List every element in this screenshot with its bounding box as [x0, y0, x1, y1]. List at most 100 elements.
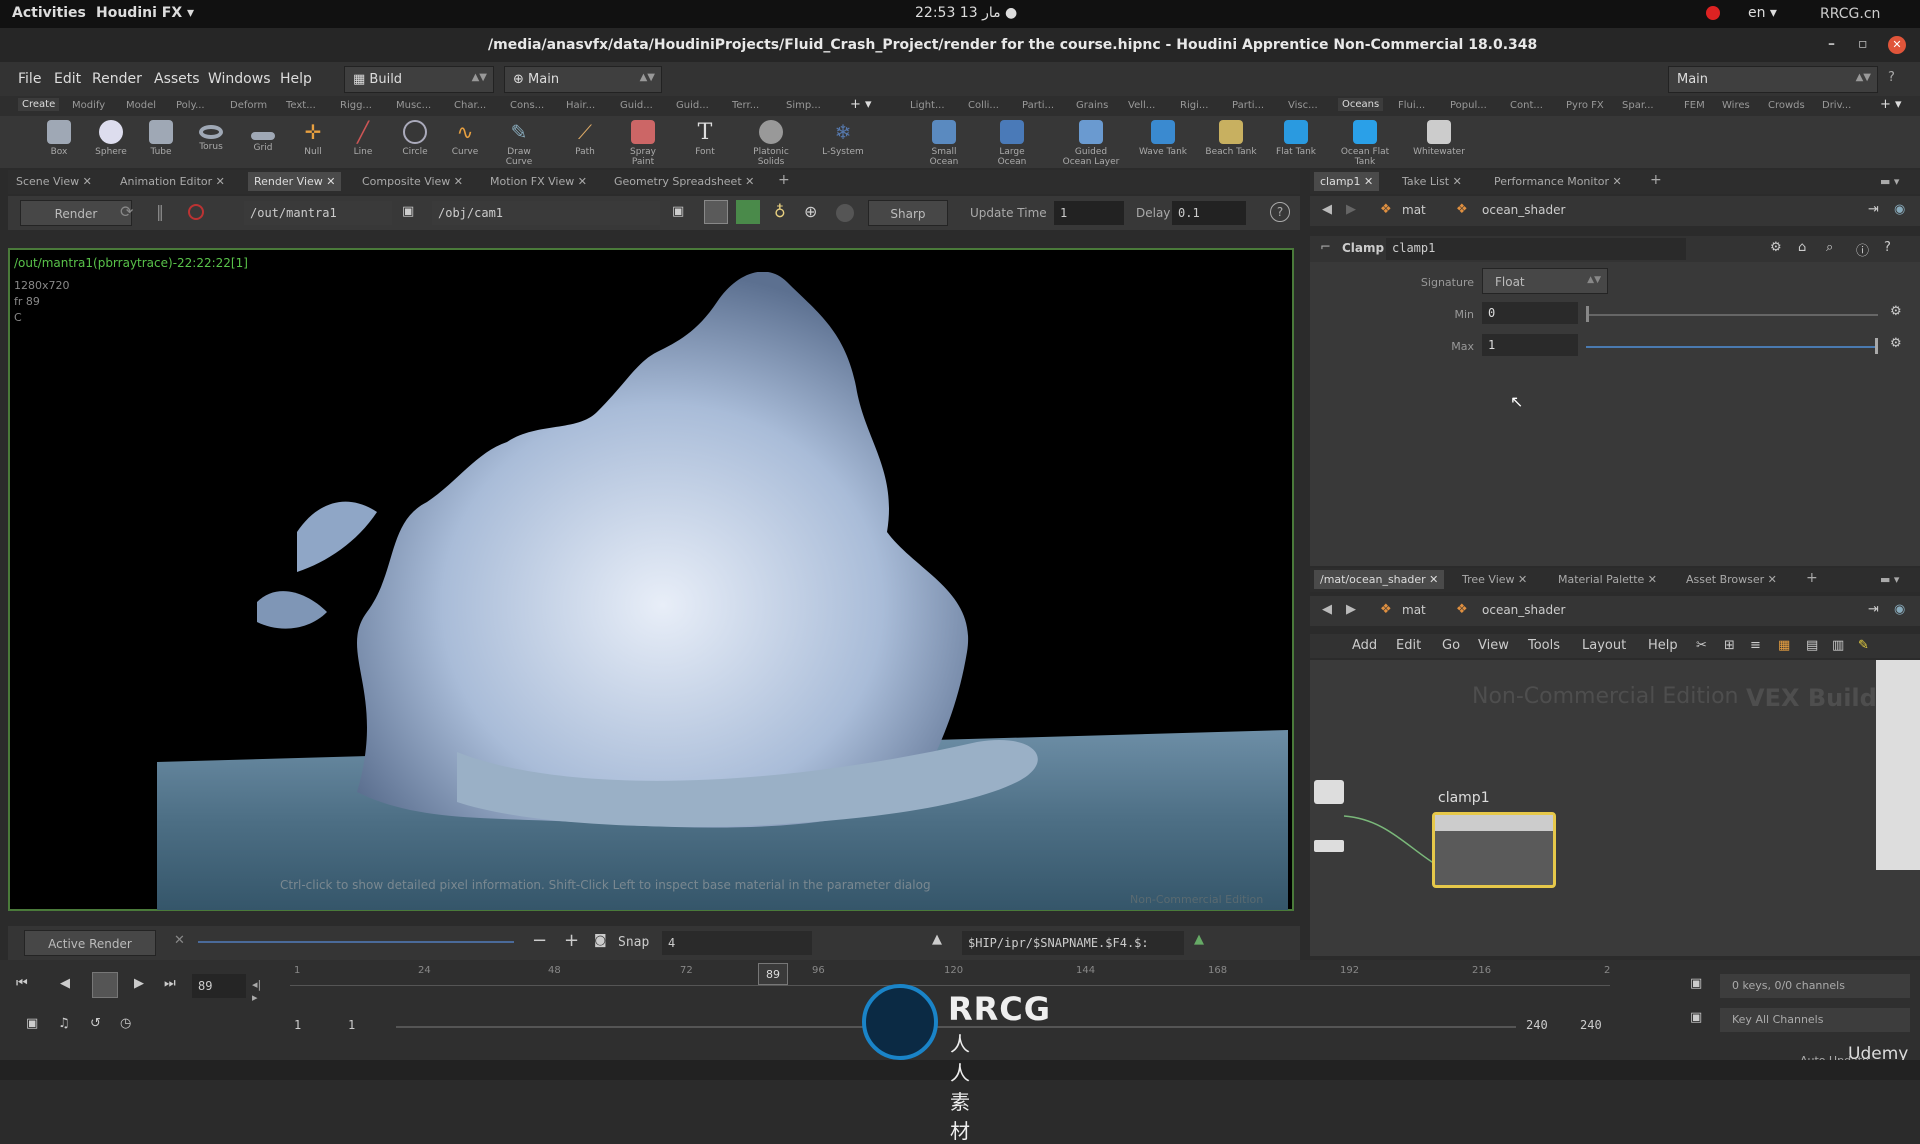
info-icon[interactable]: ⓘ [1856, 240, 1869, 259]
tool-spray-paint[interactable]: Spray Paint [620, 118, 666, 167]
jump-start-icon[interactable]: ⏮ [16, 976, 28, 991]
clock[interactable]: 22:53 13 مار ● [915, 5, 1017, 21]
close-window-button[interactable]: ✕ [1888, 36, 1906, 54]
tool-guided-ocean-layer[interactable]: Guided Ocean Layer [1060, 118, 1122, 167]
timeline-options-icon[interactable]: ▣ [26, 1016, 38, 1031]
folder-icon[interactable]: ▲ [1194, 932, 1204, 947]
shelf-tab-flui[interactable]: Flui... [1398, 100, 1425, 111]
rop-picker-icon[interactable]: ▣ [402, 204, 414, 219]
max-slider-handle[interactable] [1875, 338, 1878, 354]
shelf-tab-musc[interactable]: Musc... [396, 100, 431, 111]
gear-icon[interactable]: ⚙ [1890, 336, 1902, 351]
tab-render-view[interactable]: Render View ✕ [248, 172, 342, 191]
menu-file[interactable]: File [18, 71, 41, 87]
shelf-tab-hair[interactable]: Hair... [566, 100, 595, 111]
shelf-tab-vell[interactable]: Vell... [1128, 100, 1155, 111]
tab-material-palette[interactable]: Material Palette ✕ [1558, 573, 1657, 586]
tool-sphere[interactable]: Sphere [88, 118, 134, 157]
minus-icon[interactable]: − [532, 930, 547, 951]
tab-geometry-spreadsheet[interactable]: Geometry Spreadsheet ✕ [614, 175, 754, 188]
path-mat[interactable]: mat [1402, 603, 1426, 617]
pin-icon[interactable]: ⇥ [1868, 202, 1879, 217]
add-shelf-tab-right-icon[interactable]: + ▾ [1880, 97, 1902, 112]
link-icon[interactable]: ◉ [1894, 202, 1905, 217]
list-icon[interactable]: ≡ [1750, 638, 1761, 653]
rop-selector[interactable]: /out/mantra1 [244, 201, 392, 225]
tool-circle[interactable]: Circle [392, 118, 438, 157]
min-slider[interactable] [1586, 314, 1878, 316]
tool-l-system[interactable]: ❄ L-System [820, 118, 866, 157]
tool-box[interactable]: Box [36, 118, 82, 157]
tab-take-list[interactable]: Take List ✕ [1402, 175, 1462, 188]
shelf-tab-parti[interactable]: Parti... [1022, 100, 1054, 111]
max-slider[interactable] [1586, 346, 1878, 348]
close-icon[interactable]: ✕ [174, 933, 185, 948]
max-field[interactable]: 1 [1482, 334, 1578, 356]
right-shelf-set-selector[interactable]: Main ▲▼ [1668, 66, 1878, 93]
tab-asset-browser[interactable]: Asset Browser ✕ [1686, 573, 1777, 586]
snapshot-path-field[interactable]: $HIP/ipr/$SNAPNAME.$F4.$: [962, 931, 1184, 955]
min-field[interactable]: 0 [1482, 302, 1578, 324]
shelf-tab-driv[interactable]: Driv... [1822, 100, 1851, 111]
forward-arrow-icon[interactable]: ▶ [1346, 202, 1356, 217]
back-arrow-icon[interactable]: ◀ [1322, 602, 1332, 617]
delay-field[interactable]: 0.1 [1172, 201, 1246, 225]
app-menu-houdini[interactable]: Houdini FX ▾ [96, 5, 194, 21]
pause-icon[interactable]: ‖ [156, 202, 164, 221]
menu-edit[interactable]: Edit [54, 71, 81, 87]
range-end-playback[interactable]: 240 [1526, 1018, 1548, 1032]
shelf-tab-colli[interactable]: Colli... [968, 100, 999, 111]
menu-assets[interactable]: Assets [154, 71, 200, 87]
keys-icon[interactable]: ▣ [1690, 976, 1702, 991]
loop-icon[interactable]: ↺ [90, 1016, 101, 1031]
realtime-icon[interactable]: ◷ [120, 1016, 131, 1031]
shelf-tab-spar[interactable]: Spar... [1622, 100, 1654, 111]
shelf-tab-char[interactable]: Char... [454, 100, 486, 111]
range-start[interactable]: 1 [294, 1018, 301, 1032]
tool-platonic-solids[interactable]: Platonic Solids [748, 118, 794, 167]
back-arrow-icon[interactable]: ◀ [1322, 202, 1332, 217]
path-ocean-shader[interactable]: ocean_shader [1482, 603, 1565, 617]
network-icon[interactable]: ⌂ [1798, 240, 1806, 255]
tool-small-ocean[interactable]: Small Ocean [916, 118, 972, 167]
net-menu-help[interactable]: Help [1648, 638, 1678, 653]
camera-selector[interactable]: /obj/cam1 [432, 201, 660, 225]
snap-field[interactable]: 4 [662, 931, 812, 955]
forward-arrow-icon[interactable]: ▶ [1346, 602, 1356, 617]
key-channels-icon[interactable]: ▣ [1690, 1010, 1702, 1025]
save-icon[interactable]: ▲ [932, 932, 942, 947]
net-menu-edit[interactable]: Edit [1396, 638, 1421, 653]
camera-picker-icon[interactable]: ▣ [672, 204, 684, 219]
desktop-selector[interactable]: ▦ Build ▲▼ [344, 66, 494, 93]
tool-curve[interactable]: ∿ Curve [442, 118, 488, 157]
shelf-tab-text[interactable]: Text... [286, 100, 316, 111]
shelf-tab-model[interactable]: Model [126, 100, 156, 111]
layout-icon[interactable]: ▥ [1832, 638, 1844, 653]
gear-icon[interactable]: ⚙ [1890, 304, 1902, 319]
signature-selector[interactable]: Float ▲▼ [1482, 268, 1608, 294]
add-pane-tab-icon[interactable]: + [1806, 570, 1818, 586]
tool-line[interactable]: ╱ Line [340, 118, 386, 157]
gear-icon[interactable]: ⚙ [1770, 240, 1782, 255]
play-icon[interactable]: ▶ [134, 976, 144, 991]
shelf-tab-simp[interactable]: Simp... [786, 100, 821, 111]
path-ocean-shader[interactable]: ocean_shader [1482, 203, 1565, 217]
tool-torus[interactable]: Torus [188, 118, 234, 152]
add-pane-tab-icon[interactable]: + [1650, 172, 1662, 188]
note-icon[interactable]: ✎ [1858, 638, 1869, 653]
shelf-tab-pyro[interactable]: Pyro FX [1566, 100, 1604, 111]
light-icon[interactable]: ♁ [774, 202, 786, 221]
shelf-tab-wires[interactable]: Wires [1722, 100, 1750, 111]
pin-icon[interactable]: ⇥ [1868, 602, 1879, 617]
shelf-tab-cons[interactable]: Cons... [510, 100, 544, 111]
tool-whitewater[interactable]: Whitewater [1408, 118, 1470, 157]
shelf-tab-crowds[interactable]: Crowds [1768, 100, 1805, 111]
plus-icon[interactable]: + [564, 930, 579, 951]
net-menu-layout[interactable]: Layout [1582, 638, 1626, 653]
zoom-icon[interactable]: ⊕ [804, 202, 817, 221]
tab-animation-editor[interactable]: Animation Editor ✕ [120, 175, 225, 188]
tab-mat-ocean-shader[interactable]: /mat/ocean_shader ✕ [1314, 570, 1445, 589]
tab-scene-view[interactable]: Scene View ✕ [16, 175, 92, 188]
net-menu-go[interactable]: Go [1442, 638, 1460, 653]
pane-menu-icon[interactable]: ▬ ▾ [1880, 573, 1899, 586]
